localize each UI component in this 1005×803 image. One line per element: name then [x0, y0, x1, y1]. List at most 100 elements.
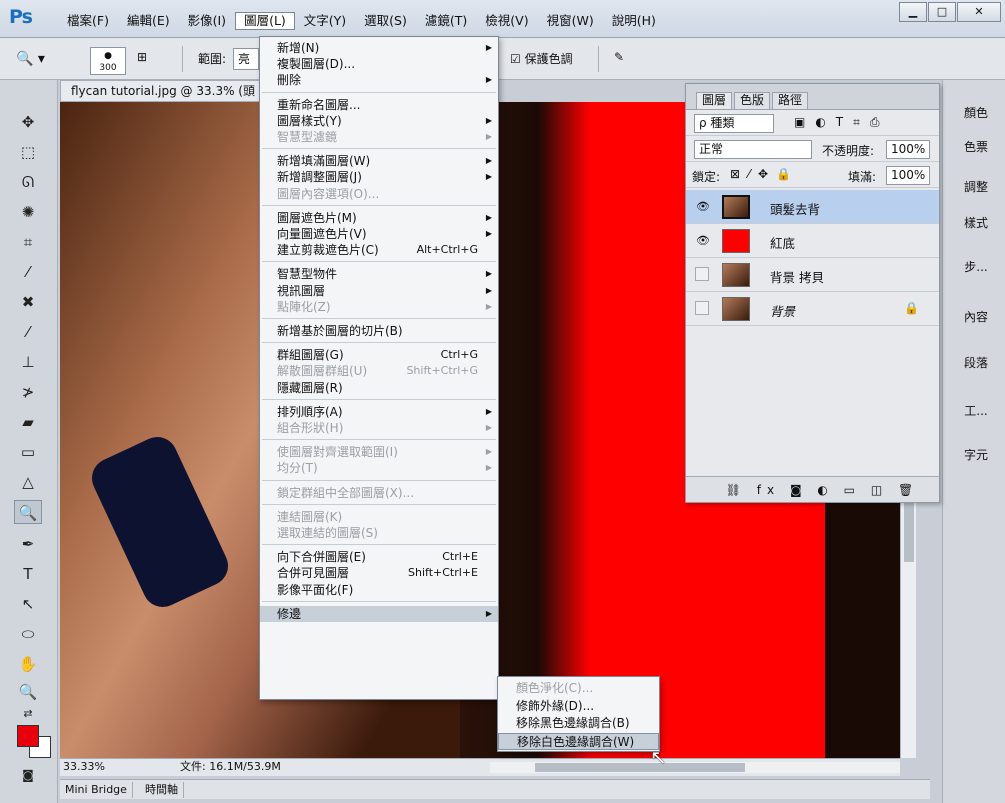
matting-submenu-item[interactable]: 移除黑色邊緣調合(B): [498, 715, 659, 732]
menu-0[interactable]: 檔案(F): [58, 12, 118, 30]
layer-menu-item[interactable]: 圖層內容選項(O)...: [260, 186, 498, 202]
maximize-button[interactable]: □: [928, 2, 956, 22]
fill-input[interactable]: 100%: [886, 166, 930, 185]
path-select-tool-icon[interactable]: ↖: [14, 592, 42, 616]
menu-3[interactable]: 圖層(L): [235, 12, 295, 30]
menu-7[interactable]: 檢視(V): [476, 12, 537, 30]
visibility-eye-icon[interactable]: 👁: [695, 199, 711, 215]
hand-tool-icon[interactable]: ✋: [14, 652, 42, 676]
layer-menu-item[interactable]: 排列順序(A) ▶: [260, 404, 498, 420]
dock-item-0[interactable]: 顏色: [949, 98, 1003, 128]
dock-item-2[interactable]: 調整: [949, 172, 1003, 202]
layer-menu-item[interactable]: 圖層樣式(Y) ▶: [260, 113, 498, 129]
layer-menu-item[interactable]: 智慧型濾鏡 ▶: [260, 129, 498, 145]
layer-menu-item[interactable]: 組合形狀(H) ▶: [260, 420, 498, 436]
dock-item-7[interactable]: 工...: [949, 396, 1003, 426]
matting-submenu-item[interactable]: 顏色淨化(C)...: [498, 680, 659, 697]
menu-2[interactable]: 影像(I): [179, 12, 235, 30]
layer-row[interactable]: 背景 🔒: [686, 292, 939, 326]
layer-menu-item[interactable]: 向量圖遮色片(V) ▶: [260, 226, 498, 242]
quick-mask-icon[interactable]: ◙: [14, 763, 42, 787]
shape-tool-icon[interactable]: ⬭: [14, 622, 42, 646]
layer-menu-item[interactable]: 選取連結的圖層(S): [260, 525, 498, 541]
horizontal-scrollbar[interactable]: [490, 762, 900, 773]
tab-channels[interactable]: 色版: [734, 92, 771, 109]
layer-menu-item[interactable]: 新增(N) ▶: [260, 40, 498, 56]
tab-timeline[interactable]: 時間軸: [140, 782, 184, 798]
matting-submenu-item[interactable]: 修飾外緣(D)...: [498, 698, 659, 715]
eraser-tool-icon[interactable]: ▰: [14, 410, 42, 434]
visibility-eye-icon[interactable]: [695, 301, 709, 315]
close-button[interactable]: ✕: [957, 2, 1001, 22]
tab-paths[interactable]: 路徑: [772, 92, 809, 109]
layer-menu-item[interactable]: 刪除 ▶: [260, 72, 498, 88]
dock-item-6[interactable]: 段落: [949, 348, 1003, 378]
document-tab[interactable]: flycan tutorial.jpg @ 33.3% (頭: [60, 80, 260, 102]
lasso-tool-icon[interactable]: ᘏ: [14, 170, 42, 194]
dock-item-5[interactable]: 內容: [949, 302, 1003, 332]
layer-menu-item[interactable]: 合併可見圖層 Shift+Ctrl+E: [260, 565, 498, 581]
dodge-tool-icon[interactable]: 🔍: [14, 500, 42, 524]
layer-menu-item[interactable]: 影像平面化(F): [260, 582, 498, 598]
layer-menu-item[interactable]: 修邊 ▶: [260, 605, 498, 622]
type-tool-icon[interactable]: T: [14, 562, 42, 586]
gradient-tool-icon[interactable]: ▭: [14, 440, 42, 464]
lock-icons[interactable]: ⊠⁄✥🔒: [730, 167, 799, 181]
menu-1[interactable]: 編輯(E): [118, 12, 179, 30]
menu-5[interactable]: 選取(S): [355, 12, 416, 30]
protect-tones-checkbox[interactable]: ☑ 保護色調: [510, 50, 573, 67]
layer-menu-item[interactable]: 視訊圖層 ▶: [260, 283, 498, 299]
menu-6[interactable]: 濾鏡(T): [416, 12, 476, 30]
crop-tool-icon[interactable]: ⌗: [14, 230, 42, 254]
layer-menu-item[interactable]: 點陣化(Z) ▶: [260, 299, 498, 315]
dock-item-1[interactable]: 色票: [949, 132, 1003, 162]
layers-footer-icons[interactable]: ⛓ fx ◙ ◐ ▭ ◫ 🗑: [686, 476, 939, 502]
layer-menu-item[interactable]: 建立剪裁遮色片(C) Alt+Ctrl+G: [260, 242, 498, 258]
tab-layers[interactable]: 圖層: [696, 92, 733, 109]
brush-tool-icon[interactable]: ⁄: [14, 320, 42, 344]
brush-size-picker[interactable]: ● 300: [90, 47, 126, 75]
stamp-tool-icon[interactable]: ⊥: [14, 350, 42, 374]
foreground-color-swatch[interactable]: [17, 725, 39, 747]
layer-menu-item[interactable]: 新增基於圖層的切片(B): [260, 323, 498, 339]
visibility-eye-icon[interactable]: [695, 267, 709, 281]
tab-mini-bridge[interactable]: Mini Bridge: [60, 782, 133, 798]
menu-9[interactable]: 說明(H): [603, 12, 665, 30]
dock-item-3[interactable]: 樣式: [949, 208, 1003, 238]
layer-menu-item[interactable]: 重新命名圖層...: [260, 97, 498, 113]
dock-item-4[interactable]: 步...: [949, 252, 1003, 282]
layer-menu-item[interactable]: 解散圖層群組(U) Shift+Ctrl+G: [260, 363, 498, 379]
layer-menu-item[interactable]: 隱藏圖層(R): [260, 380, 498, 396]
marquee-tool-icon[interactable]: ⬚: [14, 140, 42, 164]
range-select[interactable]: 亮: [233, 48, 259, 70]
layer-filter-select[interactable]: ρ 種類: [694, 114, 774, 133]
zoom-tool-icon[interactable]: 🔍: [14, 680, 42, 704]
history-brush-tool-icon[interactable]: ≯: [14, 380, 42, 404]
layer-row[interactable]: 👁 頭髮去背: [686, 190, 939, 224]
layer-menu-item[interactable]: 智慧型物件 ▶: [260, 266, 498, 282]
layer-menu-item[interactable]: 鎖定群組中全部圖層(X)...: [260, 485, 498, 501]
layer-menu-item[interactable]: 均分(T) ▶: [260, 460, 498, 476]
menu-4[interactable]: 文字(Y): [295, 12, 355, 30]
healing-tool-icon[interactable]: ✖: [14, 290, 42, 314]
brush-panel-icon[interactable]: ⊞: [137, 50, 147, 64]
layer-menu-item[interactable]: 新增填滿圖層(W) ▶: [260, 153, 498, 169]
horizontal-scroll-thumb[interactable]: [535, 763, 745, 772]
tablet-pressure-icon[interactable]: ✎: [614, 50, 624, 64]
layer-row[interactable]: 👁 紅底: [686, 224, 939, 258]
dock-item-8[interactable]: 字元: [949, 440, 1003, 470]
layer-row[interactable]: 背景 拷貝: [686, 258, 939, 292]
opacity-input[interactable]: 100%: [886, 140, 930, 159]
zoom-tool-icon[interactable]: 🔍 ▾: [16, 51, 45, 67]
pen-tool-icon[interactable]: ✒: [14, 532, 42, 556]
minimize-button[interactable]: ▁: [899, 2, 927, 22]
layer-menu-item[interactable]: 圖層遮色片(M) ▶: [260, 210, 498, 226]
layer-menu-item[interactable]: 群組圖層(G) Ctrl+G: [260, 347, 498, 363]
swap-colors-icon[interactable]: ⇄: [14, 702, 42, 726]
quick-select-tool-icon[interactable]: ✺: [14, 200, 42, 224]
layer-menu-item[interactable]: 複製圖層(D)...: [260, 56, 498, 72]
layer-menu-item[interactable]: 新增調整圖層(J) ▶: [260, 169, 498, 185]
zoom-level[interactable]: 33.33%: [63, 759, 105, 775]
blend-mode-select[interactable]: 正常: [694, 140, 812, 159]
move-tool-icon[interactable]: ✥: [14, 110, 42, 134]
